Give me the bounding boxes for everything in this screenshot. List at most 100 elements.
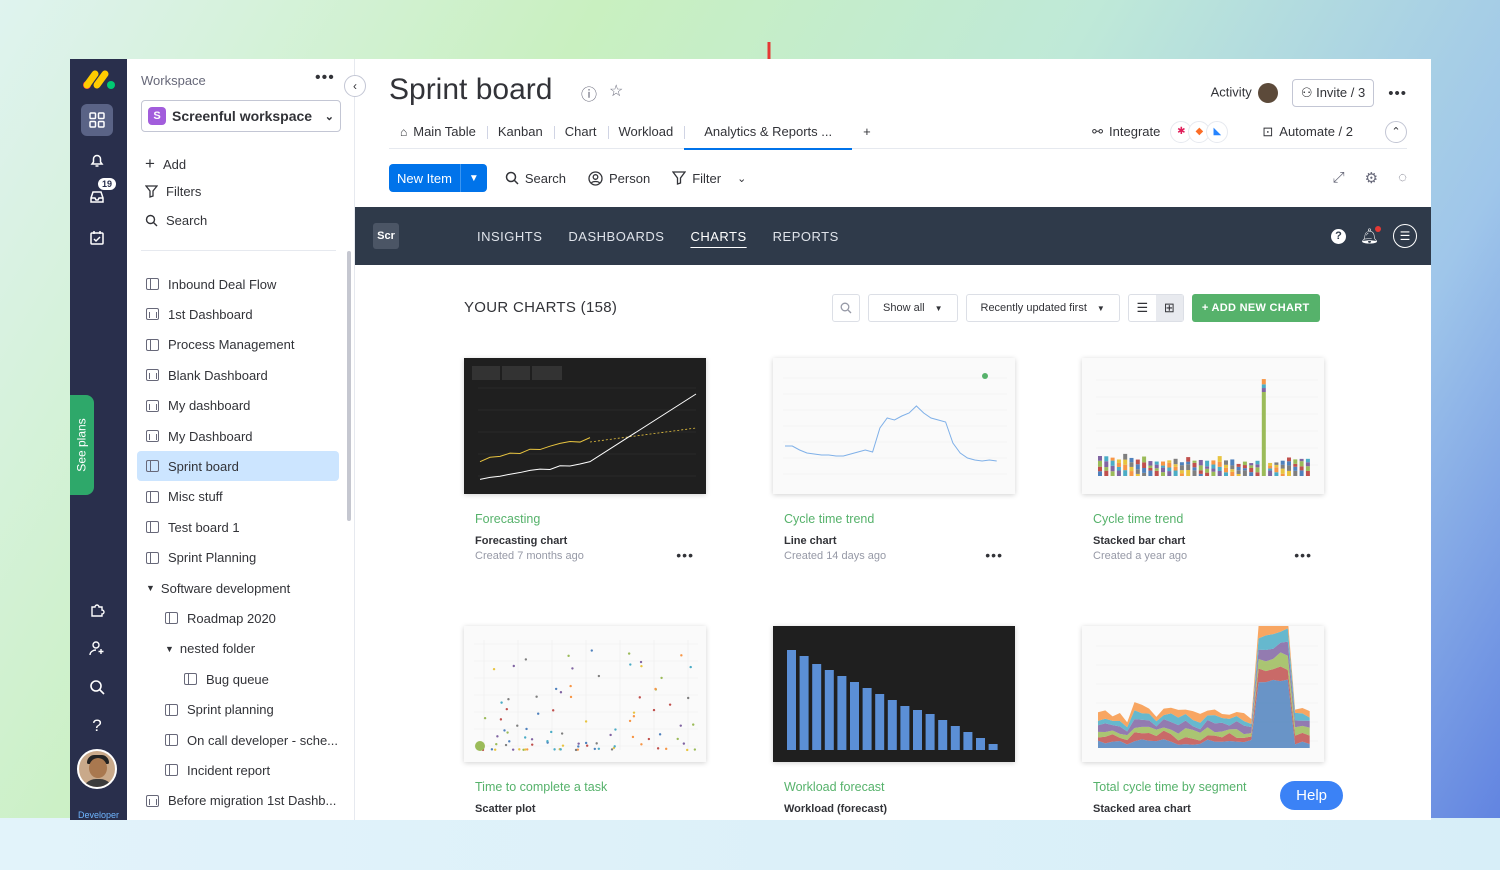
see-plans-button[interactable]: See plans — [70, 395, 94, 495]
sidebar-item[interactable]: On call developer - sche... — [137, 725, 339, 755]
sort-select[interactable]: Recently updated first ▼ — [965, 294, 1120, 322]
monday-logo-icon[interactable] — [82, 69, 116, 91]
integrate-plug-icon: ⚯ — [1092, 123, 1104, 139]
add-view-button[interactable]: + — [852, 115, 882, 149]
nav-reports[interactable]: REPORTS — [773, 229, 839, 244]
sidebar-item[interactable]: Test board 1 — [137, 512, 339, 542]
collapse-sidebar-button[interactable]: ‹ — [344, 75, 366, 97]
help-button[interactable]: Help — [1280, 781, 1343, 810]
tab-analytics-reports[interactable]: Analytics & Reports ... — [684, 115, 852, 150]
star-icon[interactable]: ☆ — [609, 81, 623, 105]
chart-card-title[interactable]: Workload forecast — [784, 780, 1015, 794]
nav-dashboards[interactable]: DASHBOARDS — [568, 229, 664, 244]
new-item-label: New Item — [397, 170, 452, 186]
chart-thumbnail[interactable] — [1082, 358, 1324, 494]
sidebar-item[interactable]: Sprint board — [137, 451, 339, 482]
tab-kanban[interactable]: Kanban — [486, 115, 554, 149]
nav-charts[interactable]: CHARTS — [690, 229, 746, 244]
chart-card-title[interactable]: Time to complete a task — [475, 780, 706, 794]
list-view-icon[interactable]: ☰ — [1129, 295, 1156, 321]
chart-card-title[interactable]: Cycle time trend — [784, 512, 1015, 526]
screenful-logo[interactable]: Scr — [373, 223, 399, 249]
sidebar-item[interactable]: Misc stuff — [137, 482, 339, 512]
menu-hamburger-icon[interactable]: ☰ — [1393, 224, 1417, 248]
puzzle-icon[interactable] — [81, 593, 113, 625]
add-new-chart-button[interactable]: + ADD NEW CHART — [1191, 294, 1320, 322]
card-more-options-icon[interactable]: ••• — [1294, 547, 1312, 563]
help-question-icon[interactable]: ? — [1330, 228, 1346, 244]
invite-button[interactable]: ⚇ Invite / 3 — [1291, 79, 1375, 107]
chevron-down-icon[interactable]: ▼ — [459, 164, 487, 192]
tab-workload[interactable]: Workload — [607, 115, 685, 149]
sidebar-item[interactable]: My Dashboard — [137, 421, 339, 451]
sidebar-scrollbar[interactable] — [347, 251, 351, 521]
sidebar-item[interactable]: ▼ nested folder — [137, 634, 339, 664]
toolbar-filter-button[interactable]: Filter ⌄ — [672, 171, 746, 186]
show-all-select[interactable]: Show all ▼ — [868, 294, 958, 322]
sidebar-item[interactable]: 1st Dashboard — [137, 299, 339, 329]
help-question-icon[interactable]: ? — [81, 710, 113, 742]
bell-icon[interactable] — [81, 144, 113, 176]
chart-card[interactable]: Cycle time trend Stacked bar chart Created… — [1082, 358, 1324, 563]
sidebar-item[interactable]: ▼ Software development — [137, 573, 339, 603]
notification-bell-icon[interactable]: 🔔︎ — [1360, 226, 1381, 245]
tab-chart[interactable]: Chart — [553, 115, 608, 149]
sidebar-item[interactable]: Sprint planning — [137, 695, 339, 725]
chart-thumbnail[interactable] — [464, 358, 706, 494]
chart-card[interactable]: Workload forecast Workload (forecast) — [773, 626, 1015, 815]
chart-card[interactable]: Forecasting Forecasting chart Created 7 mo… — [464, 358, 706, 563]
grid-view-icon[interactable]: ⊞ — [1155, 295, 1183, 321]
workspace-select[interactable]: S Screenful workspace ⌄ — [141, 100, 341, 132]
toolbar-person-button[interactable]: Person — [588, 171, 650, 186]
toolbar-filter-label: Filter — [692, 170, 722, 186]
chart-thumbnail[interactable] — [773, 626, 1015, 762]
sidebar-search-button[interactable]: Search — [145, 213, 207, 228]
sidebar-item[interactable]: Bug queue — [137, 664, 339, 694]
card-more-options-icon[interactable]: ••• — [985, 547, 1003, 563]
sidebar-item[interactable]: Before migration 1st Dashb... — [137, 786, 339, 816]
sidebar-item[interactable]: Inbound Deal Flow — [137, 269, 339, 299]
chart-card-title[interactable]: Forecasting — [475, 512, 706, 526]
chart-card-title[interactable]: Cycle time trend — [1093, 512, 1324, 526]
info-icon[interactable]: ⓘ — [581, 81, 597, 105]
more-options-icon[interactable]: ••• — [1388, 85, 1407, 102]
plus-icon: + — [863, 124, 871, 139]
sidebar-item[interactable]: Roadmap 2020 — [137, 603, 339, 633]
activity-button[interactable]: Activity — [1211, 83, 1278, 103]
add-user-icon[interactable] — [81, 632, 113, 664]
integrate-button[interactable]: ⚯ Integrate ✱ ◆ ◣ — [1092, 120, 1229, 143]
settings-gear-icon[interactable]: ⚙ — [1365, 169, 1378, 187]
tab-main-table[interactable]: ⌂ Main Table — [389, 115, 487, 149]
sidebar-item[interactable]: Incident report — [137, 755, 339, 785]
chart-thumbnail[interactable] — [773, 358, 1015, 494]
sidebar-item[interactable]: Sprint Planning — [137, 543, 339, 573]
card-more-options-icon[interactable]: ••• — [676, 547, 694, 563]
chart-card[interactable]: Cycle time trend Line chart Created 14 day… — [773, 358, 1015, 563]
search-icon — [145, 214, 158, 227]
show-all-label: Show all — [883, 302, 925, 314]
sidebar-item[interactable]: My dashboard — [137, 391, 339, 421]
workspace-more-icon[interactable]: ••• — [315, 69, 335, 87]
home-grid-icon[interactable] — [81, 104, 113, 136]
sidebar-item[interactable]: Blank Dashboard — [137, 360, 339, 390]
nav-insights[interactable]: INSIGHTS — [477, 229, 542, 244]
chevron-down-icon[interactable]: ⌄ — [737, 172, 746, 185]
avatar[interactable] — [77, 749, 117, 789]
sidebar-item-label: 1st Dashboard — [168, 306, 253, 322]
chart-search-button[interactable] — [832, 294, 860, 322]
toolbar-search-button[interactable]: Search — [505, 171, 566, 186]
chart-thumbnail[interactable] — [464, 626, 706, 762]
sidebar-add-button[interactable]: + Add — [145, 154, 186, 174]
sidebar-filters-button[interactable]: Filters — [145, 184, 201, 199]
new-item-button[interactable]: New Item ▼ — [389, 164, 487, 192]
collapse-header-button[interactable]: ⌃ — [1385, 120, 1407, 143]
chart-thumbnail[interactable] — [1082, 626, 1324, 762]
calendar-check-icon[interactable] — [81, 222, 113, 254]
automate-button[interactable]: ⊡ Automate / 2 — [1262, 124, 1353, 140]
chat-bubble-icon[interactable]: ◌ — [1398, 169, 1407, 187]
chart-card[interactable]: Time to complete a task Scatter plot — [464, 626, 706, 815]
search-icon[interactable] — [81, 671, 113, 703]
sidebar-item[interactable]: Process Management — [137, 330, 339, 360]
board-icon — [146, 521, 159, 534]
fullscreen-icon[interactable]: ⤢ — [1333, 169, 1345, 187]
